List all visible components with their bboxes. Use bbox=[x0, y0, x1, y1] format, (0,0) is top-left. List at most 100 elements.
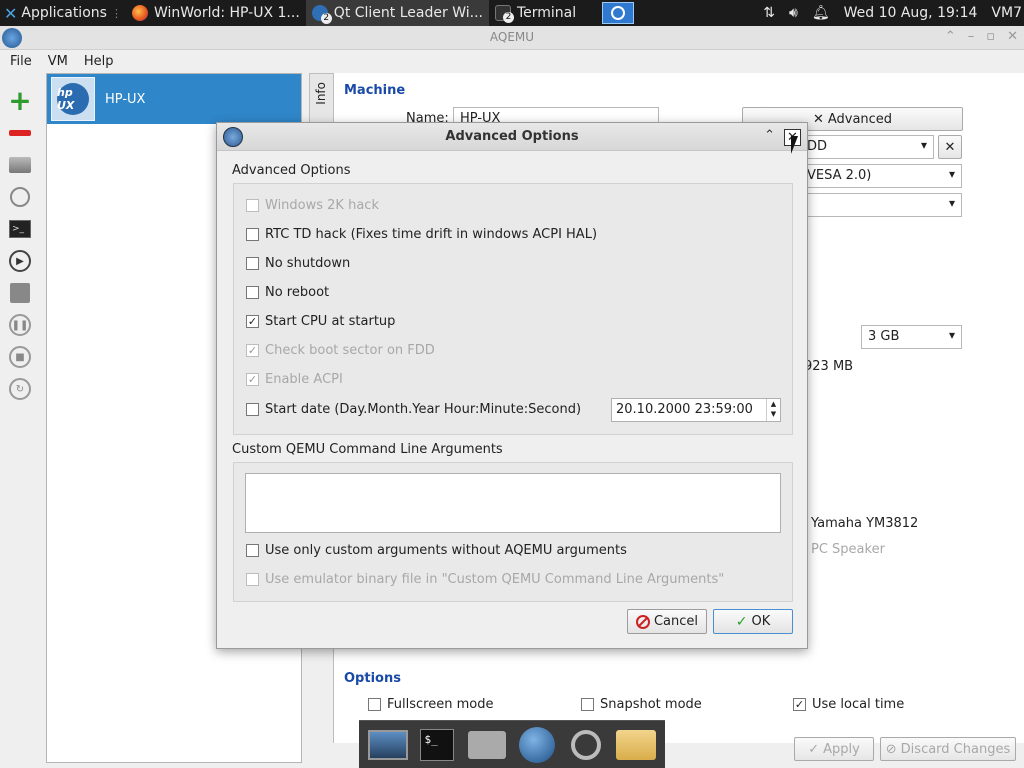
top-panel: ✕ Applications ⋮ WinWorld: HP-UX 1... 2 … bbox=[0, 0, 1024, 26]
enable-acpi-checkbox[interactable]: ✓ Enable ACPI bbox=[246, 372, 343, 387]
use-emulator-binary-checkbox[interactable]: Use emulator binary file in "Custom QEMU… bbox=[246, 572, 724, 587]
snapshot-checkbox[interactable]: Snapshot mode bbox=[581, 697, 702, 712]
menu-file[interactable]: File bbox=[10, 54, 32, 69]
qt-icon: 2 bbox=[311, 5, 332, 24]
minimize-icon[interactable]: – bbox=[968, 29, 975, 44]
discard-changes-button[interactable]: ⊘ Discard Changes bbox=[880, 737, 1016, 761]
tab-info-label: Info bbox=[314, 82, 328, 105]
use-only-custom-args-checkbox[interactable]: Use only custom arguments without AQEMU … bbox=[246, 543, 627, 558]
menubar: File VM Help bbox=[0, 50, 1024, 72]
stop-button[interactable]: ■ bbox=[6, 342, 34, 372]
start-date-checkbox[interactable]: Start date (Day.Month.Year Hour:Minute:S… bbox=[246, 402, 581, 417]
close-icon[interactable]: ✕ bbox=[1007, 29, 1018, 44]
volume-icon[interactable]: 🔊︎ bbox=[789, 5, 798, 21]
options-section-title: Options bbox=[344, 671, 401, 686]
check-boot-sector-checkbox[interactable]: ✓ Check boot sector on FDD bbox=[246, 343, 435, 358]
boot-settings-button[interactable]: ✕ bbox=[938, 135, 962, 159]
machine-section-title: Machine bbox=[344, 83, 406, 98]
vm-item-hpux[interactable]: hp UX HP-UX bbox=[47, 74, 301, 124]
system-tray: ⇅ 🔊︎ 🔔︎ Wed 10 Aug, 19:14 VM7 bbox=[763, 0, 1024, 26]
clock[interactable]: Wed 10 Aug, 19:14 bbox=[844, 5, 978, 21]
notification-bell-icon[interactable]: 🔔︎ bbox=[812, 5, 830, 21]
globe-icon bbox=[518, 726, 555, 763]
rtc-td-hack-checkbox[interactable]: RTC TD hack (Fixes time drift in windows… bbox=[246, 227, 597, 242]
dock-search[interactable] bbox=[565, 725, 607, 765]
ok-button[interactable]: ✓ OK bbox=[713, 609, 793, 634]
task-terminal[interactable]: 2 Terminal bbox=[489, 0, 582, 26]
qemu-icon bbox=[611, 6, 626, 20]
sound-yamaha-label[interactable]: Yamaha YM3812 bbox=[811, 516, 918, 531]
spin-arrows-icon[interactable]: ▲ ▼ bbox=[766, 399, 780, 421]
magnifier-icon bbox=[571, 729, 602, 760]
task-label: WinWorld: HP-UX 1... bbox=[153, 5, 300, 21]
custom-args-textarea[interactable] bbox=[245, 473, 781, 533]
no-reboot-checkbox[interactable]: No reboot bbox=[246, 285, 329, 300]
local-time-checkbox[interactable]: ✓ Use local time bbox=[793, 697, 904, 712]
vm-toolbar: + >_ ▶ ❚❚ ■ ↻ bbox=[4, 86, 36, 406]
hpux-logo-icon: hp UX bbox=[51, 77, 95, 121]
reset-icon: ↻ bbox=[9, 378, 31, 400]
boot-device-combo[interactable]: DD bbox=[800, 135, 934, 159]
task-qt-client[interactable]: 2 Qt Client Leader Wi... bbox=[305, 0, 489, 26]
discard-icon: ⊘ bbox=[885, 741, 897, 757]
reset-button[interactable]: ↻ bbox=[6, 374, 34, 404]
shade-icon[interactable]: ⌃ bbox=[764, 128, 775, 143]
firefox-icon bbox=[131, 5, 148, 21]
shade-icon[interactable]: ⌃ bbox=[945, 29, 956, 44]
dock-browser[interactable] bbox=[516, 725, 558, 765]
cancel-icon bbox=[635, 614, 650, 629]
task-winworld[interactable]: WinWorld: HP-UX 1... bbox=[126, 0, 306, 26]
check-icon: ✓ bbox=[735, 613, 748, 630]
menu-vm[interactable]: VM bbox=[48, 54, 68, 69]
home-folder-icon bbox=[468, 730, 507, 759]
dock-files[interactable] bbox=[615, 725, 657, 765]
stop-icon: ■ bbox=[9, 346, 31, 368]
add-vm-button[interactable]: + bbox=[6, 86, 34, 116]
menu-help[interactable]: Help bbox=[84, 54, 114, 69]
fullscreen-checkbox[interactable]: Fullscreen mode bbox=[368, 697, 493, 712]
delete-vm-button[interactable] bbox=[6, 118, 34, 148]
terminal-icon: >_ bbox=[9, 220, 31, 238]
cancel-button[interactable]: Cancel bbox=[627, 609, 707, 634]
user-label[interactable]: VM7 bbox=[991, 5, 1022, 21]
no-shutdown-checkbox[interactable]: No shutdown bbox=[246, 256, 350, 271]
network-icon[interactable]: ⇅ bbox=[763, 5, 775, 21]
applications-menu[interactable]: ✕ Applications ⋮ bbox=[0, 0, 126, 26]
plus-icon: + bbox=[8, 84, 32, 117]
start-cpu-checkbox[interactable]: ✓ Start CPU at startup bbox=[246, 314, 395, 329]
free-memory-label: 923 MB bbox=[804, 359, 854, 374]
memory-combo[interactable]: 3 GB bbox=[861, 325, 962, 349]
desktop-icon bbox=[367, 729, 408, 760]
tools-icon: ✕ bbox=[812, 111, 824, 127]
dialog-titlebar[interactable]: Advanced Options ⌃ ✕ bbox=[217, 123, 807, 151]
dialog-title: Advanced Options bbox=[445, 129, 579, 144]
pause-icon: ❚❚ bbox=[9, 314, 31, 336]
advanced-options-dialog: Advanced Options ⌃ ✕ Advanced Options Wi… bbox=[216, 122, 808, 649]
custom-args-group-label: Custom QEMU Command Line Arguments bbox=[232, 442, 503, 457]
apply-button[interactable]: ✓ Apply bbox=[794, 737, 874, 761]
snapshot-button[interactable] bbox=[6, 182, 34, 212]
main-window-titlebar: AQEMU ⌃ – ▫ ✕ bbox=[0, 26, 1024, 50]
start-button[interactable]: ▶ bbox=[6, 246, 34, 276]
task-badge: 2 bbox=[502, 12, 514, 23]
console-button[interactable]: >_ bbox=[6, 214, 34, 244]
video-combo[interactable]: VESA 2.0) bbox=[800, 164, 962, 188]
storage-button[interactable] bbox=[6, 150, 34, 180]
task-label: Qt Client Leader Wi... bbox=[333, 5, 483, 21]
dock-home[interactable] bbox=[466, 725, 508, 765]
dock-terminal[interactable]: $_ bbox=[416, 725, 458, 765]
start-date-input[interactable]: 20.10.2000 23:59:00 ▲ ▼ bbox=[611, 398, 781, 422]
save-button[interactable] bbox=[6, 278, 34, 308]
folder-icon bbox=[616, 729, 657, 760]
dock-show-desktop[interactable] bbox=[367, 725, 409, 765]
sound-pcspeaker-label[interactable]: PC Speaker bbox=[811, 542, 885, 557]
machine-type-combo[interactable] bbox=[800, 193, 962, 217]
pause-button[interactable]: ❚❚ bbox=[6, 310, 34, 340]
separator-icon: ⋮ bbox=[110, 6, 122, 20]
windows-2k-hack-checkbox[interactable]: Windows 2K hack bbox=[246, 198, 379, 213]
xfce-icon: ✕ bbox=[4, 3, 18, 23]
terminal-icon: 2 bbox=[494, 5, 514, 23]
qemu-tray-button[interactable] bbox=[602, 2, 635, 24]
maximize-icon[interactable]: ▫ bbox=[986, 29, 995, 44]
main-window-title: AQEMU bbox=[489, 30, 535, 44]
